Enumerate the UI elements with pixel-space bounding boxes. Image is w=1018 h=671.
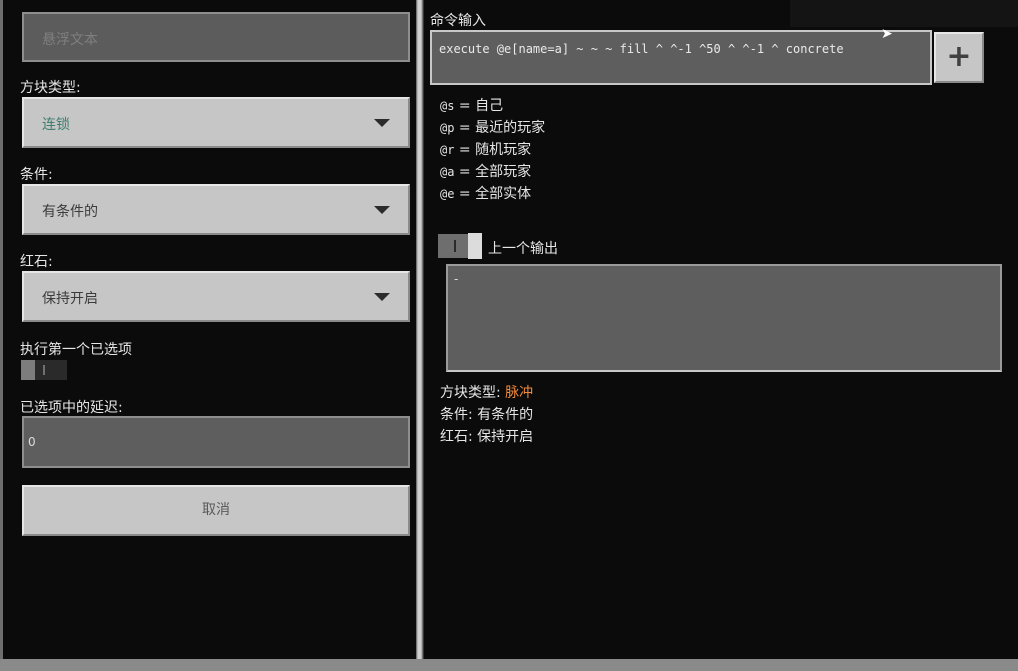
redstone-label: 红石: [20,254,53,270]
window-left-edge [0,0,3,671]
redstone-value: 保持开启 [42,291,98,307]
condition-label: 条件: [20,167,53,183]
selector-legend-item: @e = 全部实体 [440,186,532,202]
execute-first-toggle[interactable] [21,360,67,380]
info-block-type: 方块类型: 脉冲 [440,385,534,401]
command-input-label: 命令输入 [430,13,486,29]
previous-output-label: 上一个输出 [488,241,558,257]
hover-text-input[interactable]: 悬浮文本 [22,12,410,62]
toggle-knob [21,360,35,380]
command-input[interactable]: execute @e[name=a] ~ ~ ~ fill ^ ^-1 ^50 … [430,30,932,85]
condition-dropdown[interactable]: 有条件的 [22,184,410,235]
right-panel: 命令输入 execute @e[name=a] ~ ~ ~ fill ^ ^-1… [424,0,1018,660]
hover-text-placeholder: 悬浮文本 [42,32,98,48]
previous-output-text: - [454,272,459,286]
mouse-cursor-icon: ➤ [881,26,893,42]
toggle-on-marker [454,240,456,252]
add-command-button[interactable]: + [934,32,984,83]
previous-output-box: - [446,264,1002,372]
info-block-type-value: 脉冲 [505,385,534,401]
block-type-value: 连锁 [42,117,70,133]
command-text: execute @e[name=a] ~ ~ ~ fill ^ ^-1 ^50 … [439,42,844,56]
delay-label: 已选项中的延迟: [20,400,123,416]
execute-first-label: 执行第一个已选项 [20,342,132,358]
previous-output-toggle[interactable] [438,233,482,259]
chevron-down-icon [374,119,390,127]
redstone-dropdown[interactable]: 保持开启 [22,271,410,322]
selector-legend-item: @p = 最近的玩家 [440,120,546,136]
chevron-down-icon [374,206,390,214]
cancel-button[interactable]: 取消 [22,485,410,536]
chevron-down-icon [374,293,390,301]
panel-divider [416,0,424,660]
block-type-label: 方块类型: [20,80,81,96]
selector-legend-item: @s = 自己 [440,98,504,114]
window-bottom-bar [0,659,1018,671]
block-type-dropdown[interactable]: 连锁 [22,97,410,148]
selector-legend-item: @r = 随机玩家 [440,142,532,158]
selector-legend-item: @a = 全部玩家 [440,164,532,180]
condition-value: 有条件的 [42,204,98,220]
delay-input[interactable]: 0 [22,416,410,468]
info-condition: 条件: 有条件的 [440,407,534,423]
toggle-off-marker [43,365,45,375]
left-panel: 悬浮文本 方块类型: 连锁 条件: 有条件的 红石: 保持开启 执行第一个已选项… [8,0,416,660]
toggle-knob [468,233,482,259]
info-redstone: 红石: 保持开启 [440,429,534,445]
delay-value: 0 [28,435,36,449]
